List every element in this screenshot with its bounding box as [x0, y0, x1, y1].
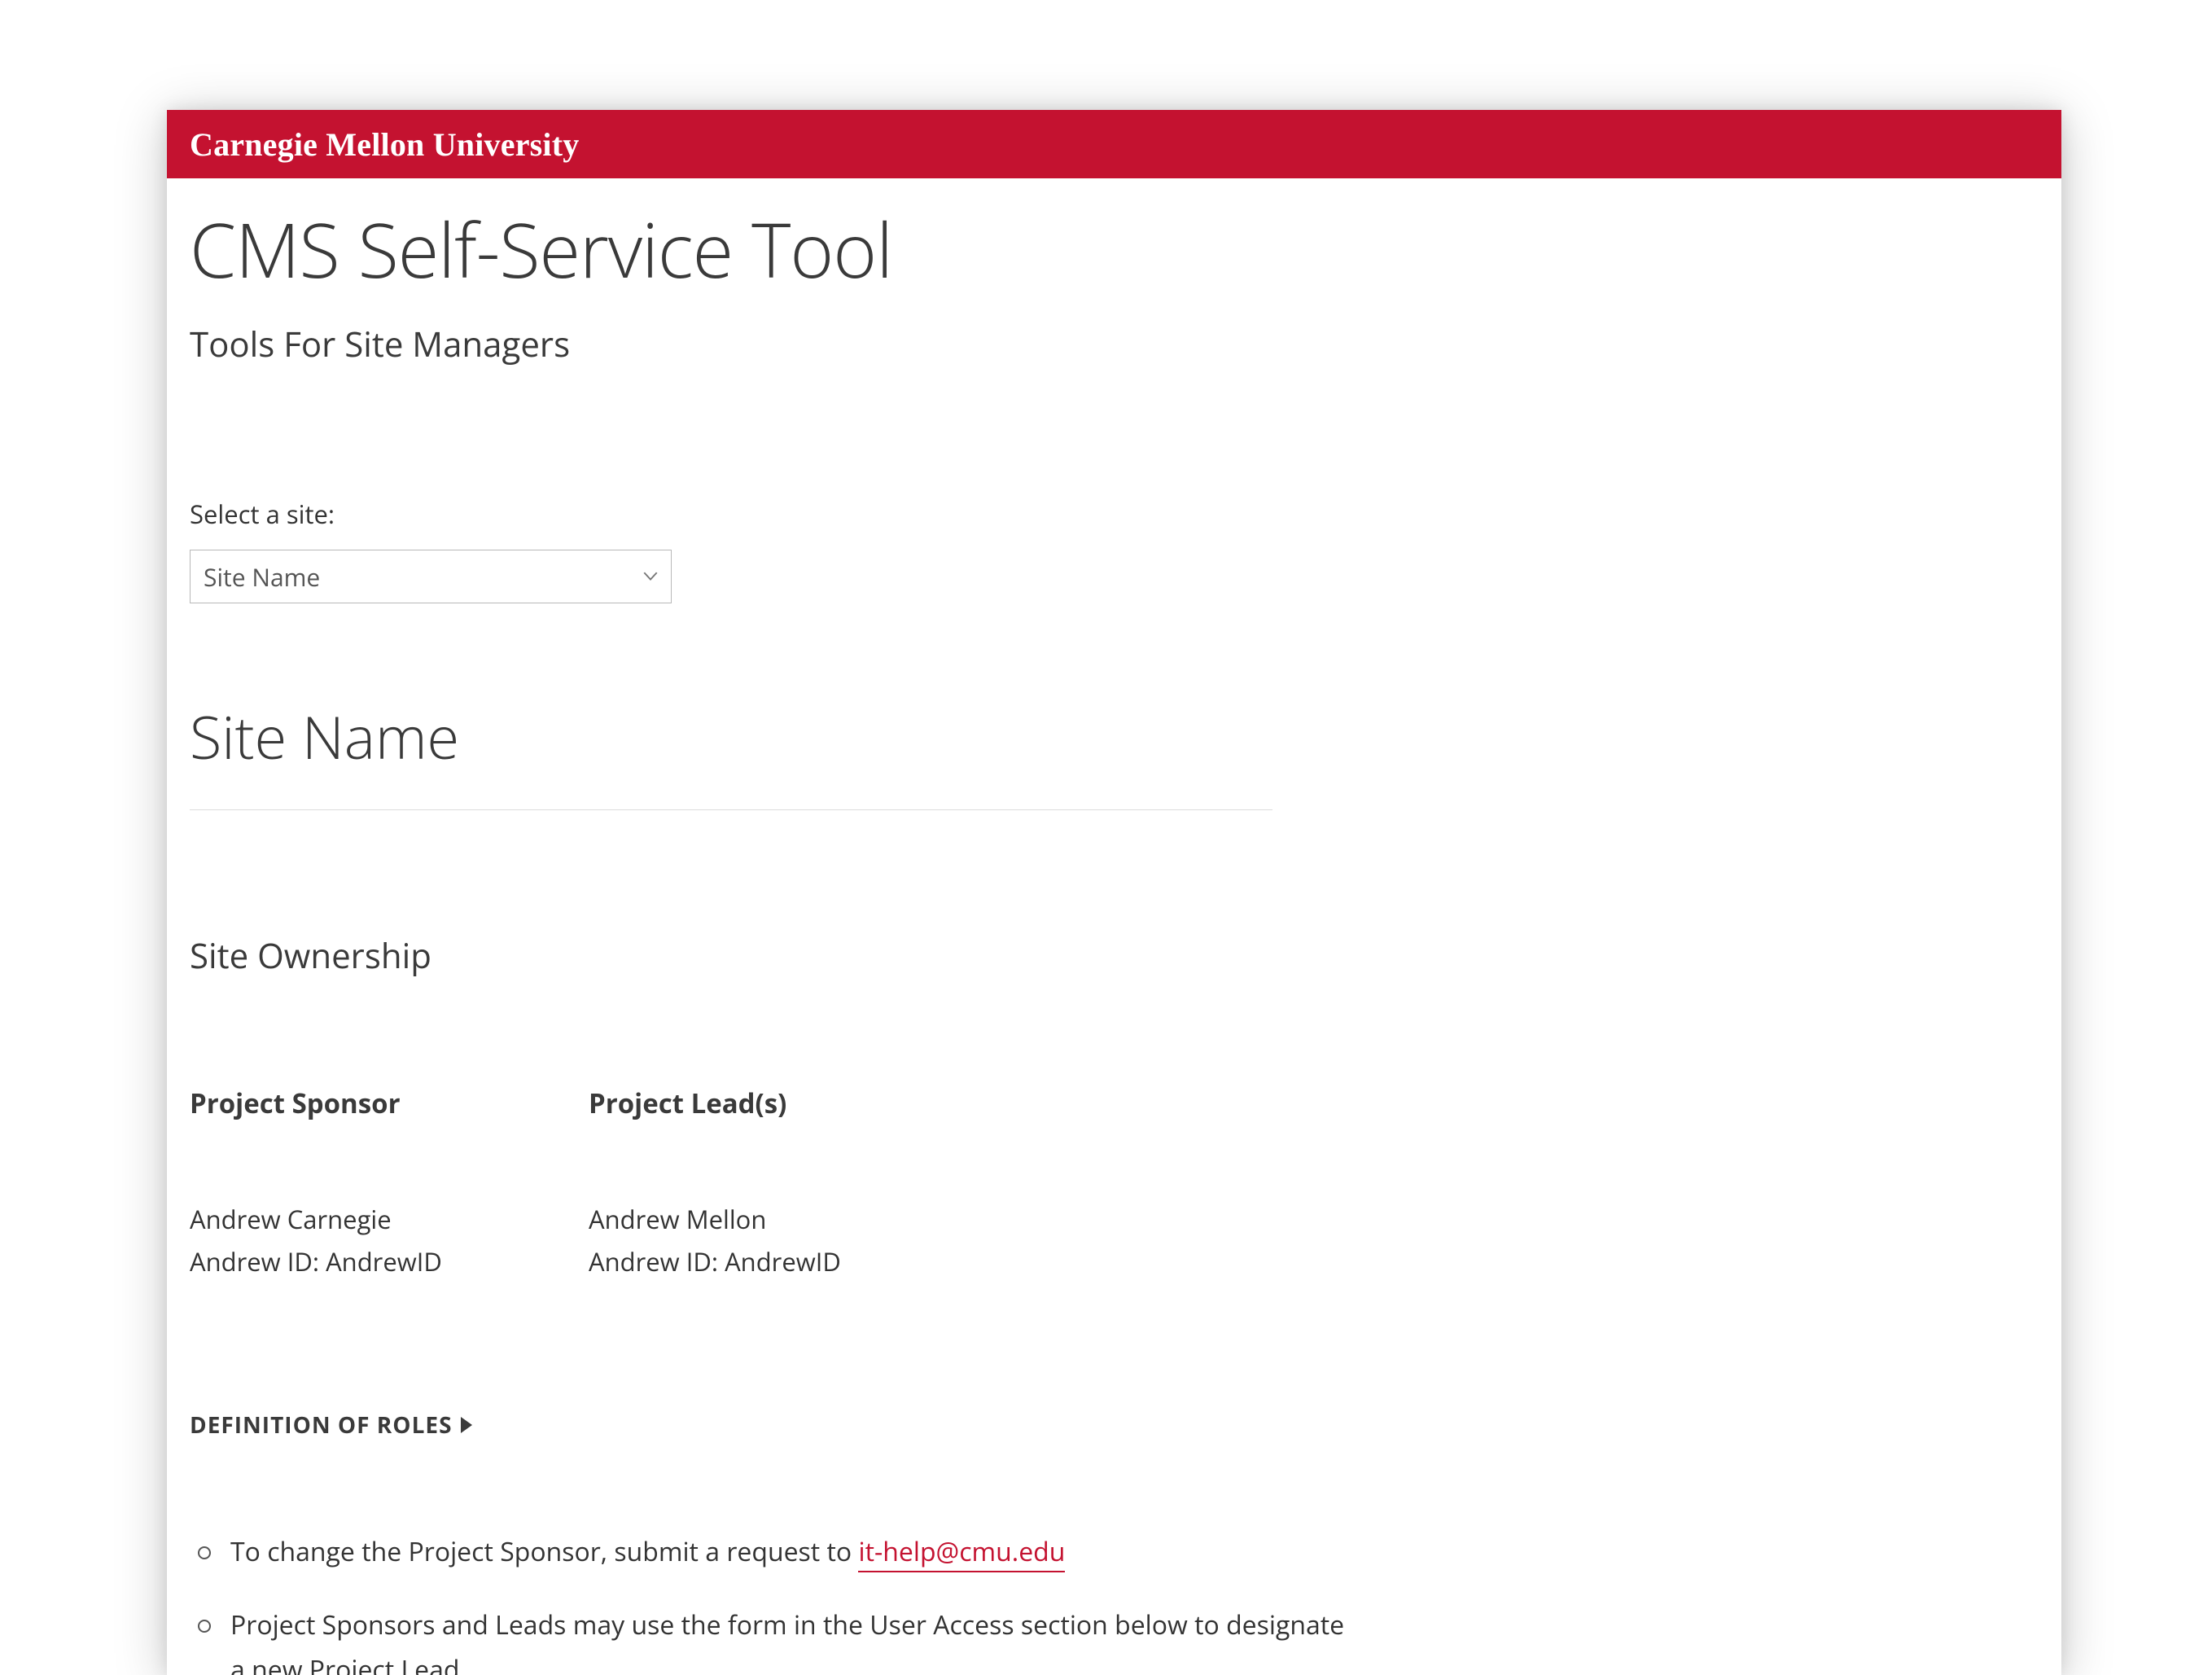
project-sponsor-id: Andrew ID: AndrewID	[190, 1245, 589, 1279]
project-sponsor-column: Project Sponsor Andrew Carnegie Andrew I…	[190, 1085, 589, 1279]
page-subtitle: Tools For Site Managers	[190, 321, 2039, 367]
brand-bar: Carnegie Mellon University	[167, 110, 2061, 178]
page-title: CMS Self-Service Tool	[190, 198, 2039, 300]
ownership-columns: Project Sponsor Andrew Carnegie Andrew I…	[190, 1085, 2039, 1279]
brand-wordmark: Carnegie Mellon University	[190, 125, 579, 164]
project-leads-label: Project Lead(s)	[589, 1085, 988, 1121]
project-lead-name: Andrew Mellon	[589, 1203, 988, 1237]
project-sponsor-label: Project Sponsor	[190, 1085, 589, 1121]
list-item: To change the Project Sponsor, submit a …	[193, 1530, 1354, 1574]
site-select[interactable]: Site Name	[190, 550, 672, 603]
app-card: Carnegie Mellon University CMS Self-Serv…	[167, 110, 2061, 1675]
note-text: Project Sponsors and Leads may use the f…	[230, 1607, 1344, 1675]
project-leads-column: Project Lead(s) Andrew Mellon Andrew ID:…	[589, 1085, 988, 1279]
note-text: To change the Project Sponsor, submit a …	[230, 1534, 858, 1569]
definition-of-roles-toggle[interactable]: DEFINITION OF ROLES	[190, 1410, 2039, 1440]
list-item: Project Sponsors and Leads may use the f…	[193, 1603, 1354, 1675]
ownership-notes: To change the Project Sponsor, submit a …	[190, 1530, 1354, 1675]
it-help-email-link[interactable]: it-help@cmu.edu	[858, 1534, 1065, 1572]
definition-of-roles-label: DEFINITION OF ROLES	[190, 1410, 453, 1440]
section-site-ownership: Site Ownership	[190, 932, 2039, 979]
project-lead-id: Andrew ID: AndrewID	[589, 1245, 988, 1279]
triangle-right-icon	[461, 1417, 472, 1433]
project-sponsor-name: Andrew Carnegie	[190, 1203, 589, 1237]
site-select-label: Select a site:	[190, 498, 2039, 532]
site-name-heading: Site Name	[190, 697, 1272, 810]
